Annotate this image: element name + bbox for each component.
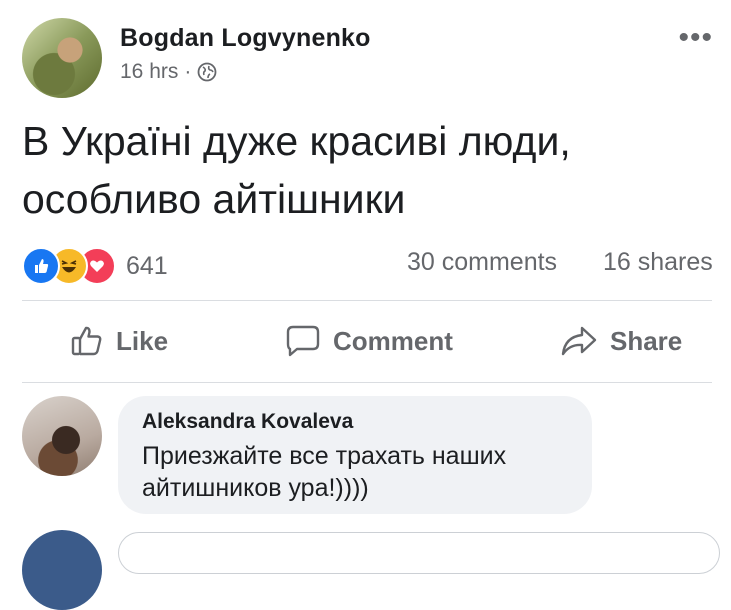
reaction-count[interactable]: 641: [126, 252, 168, 281]
shares-count[interactable]: 16 shares: [603, 248, 713, 277]
share-button[interactable]: Share: [560, 318, 682, 364]
reactions-summary[interactable]: 641: [22, 247, 168, 285]
comment-author[interactable]: Aleksandra Kovaleva: [142, 410, 353, 434]
author-name[interactable]: Bogdan Logvynenko: [120, 24, 371, 53]
comment-label: Comment: [333, 325, 453, 356]
author-avatar[interactable]: [22, 18, 102, 98]
divider: [22, 300, 712, 301]
post-text-line: особливо айтішники: [22, 176, 406, 222]
more-options-button[interactable]: •••: [678, 23, 713, 53]
commenter-avatar[interactable]: [22, 396, 102, 476]
next-commenter-avatar[interactable]: [22, 530, 102, 610]
share-label: Share: [610, 325, 683, 356]
speech-bubble-icon: [285, 324, 321, 358]
post-time[interactable]: 16 hrs: [120, 60, 178, 84]
divider: [22, 382, 712, 383]
thumbs-up-icon: [70, 324, 104, 358]
like-button[interactable]: Like: [70, 318, 168, 364]
globe-icon: [197, 62, 217, 82]
post-text-line: В Україні дуже красиві люди,: [22, 118, 571, 164]
post-meta: 16 hrs ·: [120, 60, 217, 84]
comment-text: Приезжайте все трахать наших айтишников …: [142, 442, 507, 502]
post-text: В Україні дуже красиві люди, особливо ай…: [22, 112, 712, 228]
like-label: Like: [116, 325, 169, 356]
next-comment-bubble: [118, 532, 720, 574]
comments-count[interactable]: 30 comments: [407, 248, 557, 277]
like-reaction-icon: [22, 247, 60, 285]
meta-separator: ·: [184, 60, 192, 83]
comment-button[interactable]: Comment: [285, 318, 453, 364]
share-arrow-icon: [560, 324, 598, 358]
